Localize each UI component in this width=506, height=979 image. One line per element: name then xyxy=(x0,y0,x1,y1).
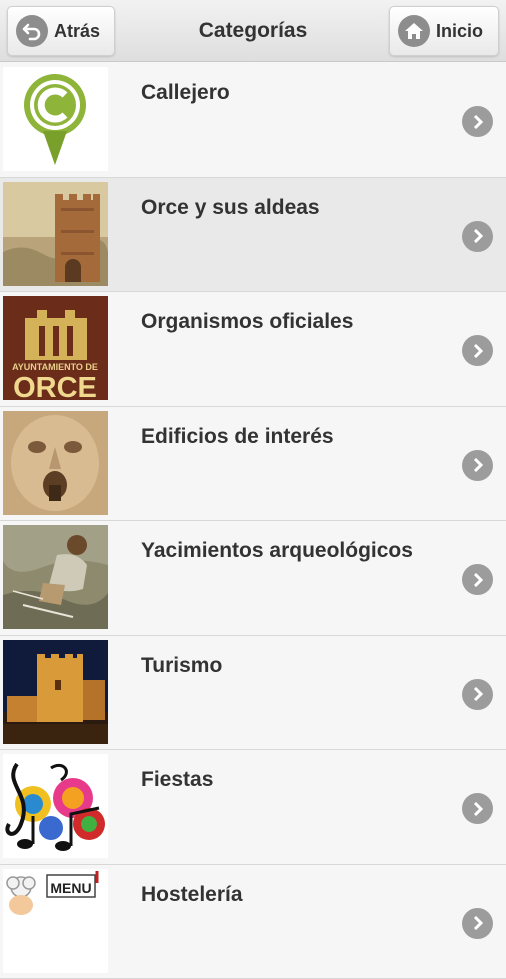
category-list: Callejero Orce y sus aldeas xyxy=(0,63,506,979)
chevron-right-icon xyxy=(462,450,493,481)
home-button-label: Inicio xyxy=(436,21,483,42)
chevron-right-icon xyxy=(462,908,493,939)
castle-tower-photo xyxy=(3,182,108,286)
home-button[interactable]: Inicio xyxy=(389,6,499,56)
chevron-right-icon xyxy=(462,335,493,366)
music-notes-icon xyxy=(3,754,108,858)
list-item-yacimientos[interactable]: Yacimientos arqueológicos xyxy=(0,521,506,636)
header-bar: Categorías Atrás Inicio xyxy=(0,0,506,62)
castle-at-night-photo xyxy=(3,640,108,744)
list-item-edificios[interactable]: Edificios de interés xyxy=(0,407,506,522)
chef-menu-icon: MENU xyxy=(3,869,108,973)
back-button[interactable]: Atrás xyxy=(7,6,115,56)
back-button-label: Atrás xyxy=(54,21,100,42)
list-item-label: Callejero xyxy=(141,81,230,105)
chevron-right-icon xyxy=(462,106,493,137)
back-arrow-icon xyxy=(16,15,48,47)
ayuntamiento-orce-logo: AYUNTAMIENTO DE ORCE xyxy=(3,296,108,400)
home-icon xyxy=(398,15,430,47)
list-item-label: Organismos oficiales xyxy=(141,310,353,334)
list-item-label: Orce y sus aldeas xyxy=(141,196,320,220)
list-item-turismo[interactable]: Turismo xyxy=(0,636,506,751)
logo-text-top: AYUNTAMIENTO DE xyxy=(12,362,98,372)
list-item-label: Yacimientos arqueológicos xyxy=(141,539,413,563)
list-item-orce-aldeas[interactable]: Orce y sus aldeas xyxy=(0,178,506,293)
chevron-right-icon xyxy=(462,221,493,252)
list-item-label: Fiestas xyxy=(141,768,213,792)
archaeologist-digging-photo xyxy=(3,525,108,629)
callejero-logo-icon xyxy=(3,67,108,171)
stone-face-fountain-photo xyxy=(3,411,108,515)
menu-logo-text: MENU xyxy=(50,880,91,896)
list-item-label: Turismo xyxy=(141,654,222,678)
chevron-right-icon xyxy=(462,564,493,595)
list-item-organismos[interactable]: AYUNTAMIENTO DE ORCE Organismos oficiale… xyxy=(0,292,506,407)
list-item-hosteleria[interactable]: MENU Hostelería xyxy=(0,865,506,979)
list-item-fiestas[interactable]: Fiestas xyxy=(0,750,506,865)
list-item-label: Hostelería xyxy=(141,883,243,907)
list-item-callejero[interactable]: Callejero xyxy=(0,63,506,178)
chevron-right-icon xyxy=(462,793,493,824)
chevron-right-icon xyxy=(462,679,493,710)
logo-text-main: ORCE xyxy=(13,372,97,400)
list-item-label: Edificios de interés xyxy=(141,425,334,449)
